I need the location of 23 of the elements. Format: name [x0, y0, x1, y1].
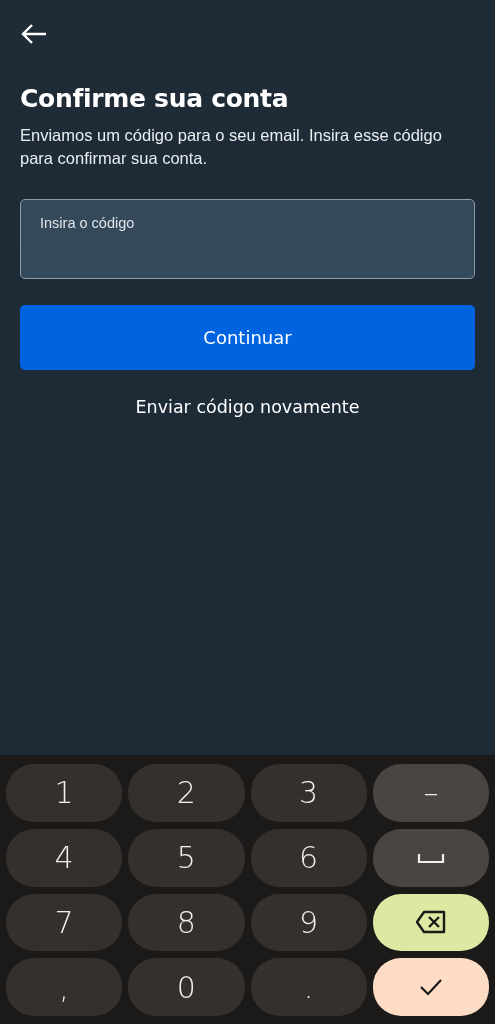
- description-text: Enviamos um código para o seu email. Insira esse código para confirmar sua conta.: [20, 125, 443, 170]
- checkmark-icon: [418, 978, 443, 997]
- keyboard-key[interactable]: 0: [128, 958, 245, 1016]
- keyboard-key[interactable]: 8: [128, 893, 245, 952]
- keyboard-key[interactable]: 5: [128, 828, 245, 887]
- keyboard-key[interactable]: 4: [6, 828, 123, 887]
- keyboard-key[interactable]: 9: [250, 893, 367, 952]
- keyboard-key[interactable]: .: [250, 958, 367, 1016]
- keyboard-key[interactable]: 2: [128, 764, 245, 822]
- done-key[interactable]: [372, 958, 489, 1016]
- page-title: Confirme sua conta: [20, 84, 290, 114]
- keyboard-key[interactable]: 6: [250, 828, 367, 887]
- code-input-field[interactable]: Insira o código: [20, 199, 475, 280]
- backspace-icon: [414, 910, 447, 935]
- keyboard-key[interactable]: 7: [6, 893, 123, 952]
- space-icon: [416, 851, 445, 864]
- resend-code-link[interactable]: Enviar código novamente: [135, 394, 360, 421]
- keyboard-key[interactable]: –: [372, 764, 489, 822]
- continue-button[interactable]: Continuar: [20, 305, 475, 371]
- keyboard-key[interactable]: ,: [6, 958, 123, 1016]
- keyboard-key[interactable]: 3: [250, 764, 367, 822]
- back-arrow-icon[interactable]: [20, 22, 48, 46]
- keyboard-key[interactable]: 1: [6, 764, 123, 822]
